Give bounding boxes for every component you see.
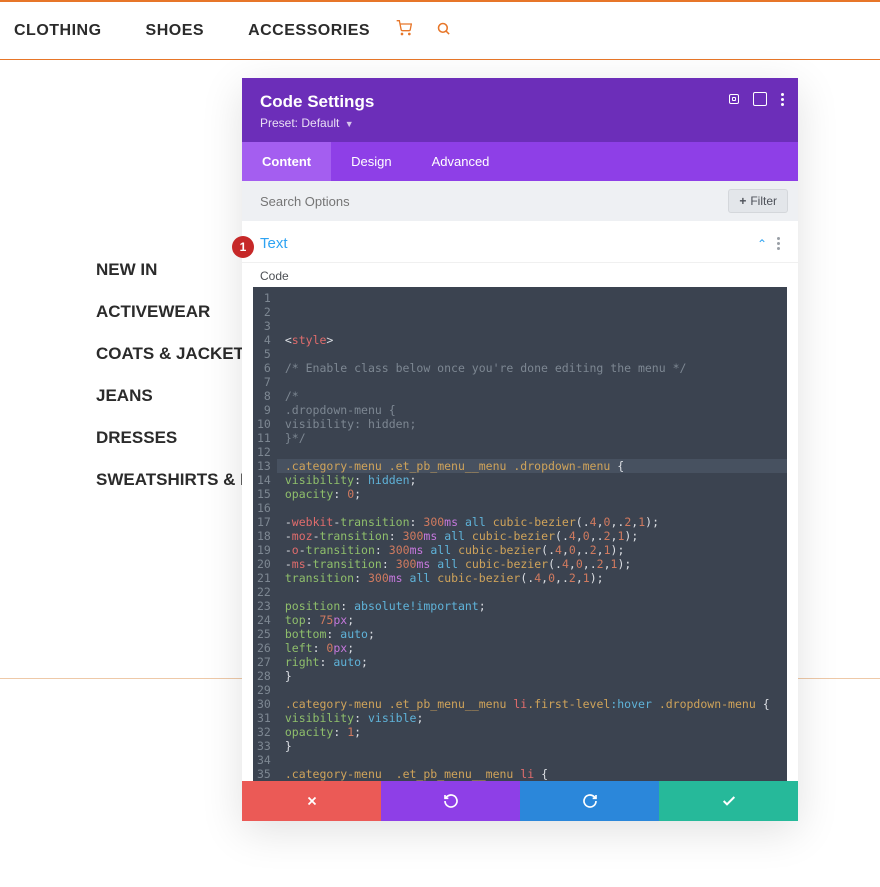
tab-design[interactable]: Design: [331, 142, 411, 181]
code-editor[interactable]: 1 2 3 4 5 6 7 8 9 10 11 12 13 14 15 16 1…: [253, 287, 787, 781]
preset-label: Preset:: [260, 116, 298, 130]
cart-icon[interactable]: [396, 20, 412, 41]
redo-button[interactable]: [520, 781, 659, 821]
filter-label: Filter: [750, 194, 777, 208]
cancel-button[interactable]: [242, 781, 381, 821]
panel-header: Code Settings Preset: Default ▼: [242, 78, 798, 142]
code-settings-panel: Code Settings Preset: Default ▼ Content …: [242, 78, 798, 821]
expand-icon[interactable]: [729, 94, 739, 104]
section-more-icon[interactable]: [777, 237, 780, 250]
code-field-label: Code: [242, 263, 798, 287]
search-row: + Filter: [242, 181, 798, 221]
more-menu-icon[interactable]: [781, 93, 784, 106]
panel-title: Code Settings: [260, 92, 780, 112]
search-icon[interactable]: [436, 21, 451, 41]
undo-button[interactable]: [381, 781, 520, 821]
filter-button[interactable]: + Filter: [728, 189, 788, 213]
window-icon[interactable]: [753, 92, 767, 106]
nav-item-accessories[interactable]: ACCESSORIES: [248, 22, 370, 40]
tab-advanced[interactable]: Advanced: [412, 142, 510, 181]
confirm-button[interactable]: [659, 781, 798, 821]
line-number-gutter: 1 2 3 4 5 6 7 8 9 10 11 12 13 14 15 16 1…: [253, 287, 277, 781]
nav-item-shoes[interactable]: SHOES: [146, 22, 205, 40]
search-input[interactable]: [260, 194, 728, 209]
nav-item-clothing[interactable]: CLOTHING: [14, 22, 102, 40]
top-navbar: CLOTHING SHOES ACCESSORIES: [0, 0, 880, 60]
section-header: Text ⌃: [242, 221, 798, 263]
code-area[interactable]: <style> /* Enable class below once you'r…: [277, 287, 787, 781]
action-bar: [242, 781, 798, 821]
section-title: Text: [260, 235, 757, 252]
chevron-up-icon[interactable]: ⌃: [757, 237, 767, 251]
preset-value: Default: [301, 116, 339, 130]
panel-tabs: Content Design Advanced: [242, 142, 798, 181]
annotation-badge: 1: [232, 236, 254, 258]
chevron-down-icon: ▼: [345, 119, 354, 129]
preset-selector[interactable]: Preset: Default ▼: [260, 116, 780, 130]
tab-content[interactable]: Content: [242, 142, 331, 181]
